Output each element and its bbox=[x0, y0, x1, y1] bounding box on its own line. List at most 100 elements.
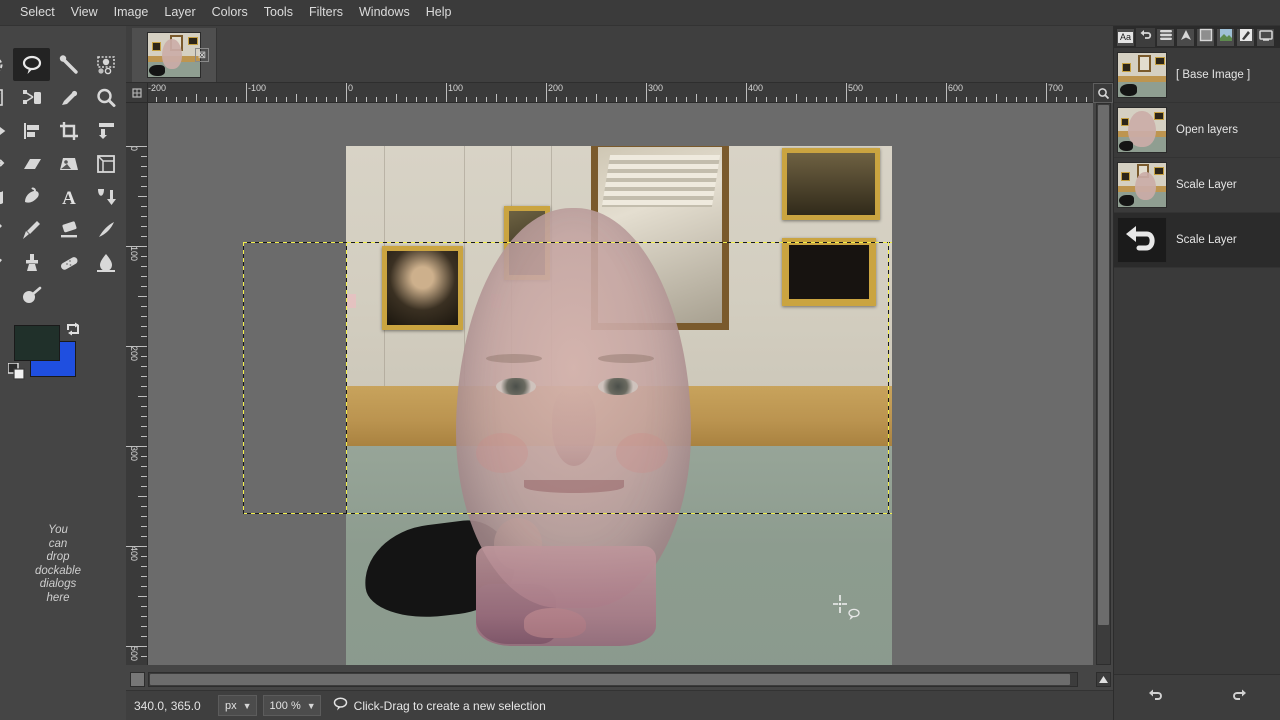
zoom-selector[interactable]: 100 % ▼ bbox=[262, 695, 321, 716]
ruler-tick bbox=[976, 97, 977, 102]
horizontal-scrollbar-thumb[interactable] bbox=[150, 674, 1070, 685]
menu-filters[interactable]: Filters bbox=[301, 2, 351, 23]
ruler-tick bbox=[946, 83, 947, 102]
undo-history-list[interactable]: [ Base Image ] Open layers Scale Layer S… bbox=[1114, 48, 1280, 696]
mypaint-brush-icon bbox=[0, 252, 6, 274]
ink-tool[interactable] bbox=[87, 213, 124, 246]
magic-wand-tool[interactable] bbox=[50, 48, 87, 81]
ruler-tick bbox=[366, 97, 367, 102]
menu-select[interactable]: Select bbox=[12, 2, 63, 23]
eraser-tool[interactable] bbox=[50, 213, 87, 246]
ruler-tick bbox=[676, 97, 677, 102]
warp-tool[interactable] bbox=[0, 180, 13, 213]
ruler-tick bbox=[1016, 97, 1017, 102]
horizontal-ruler[interactable]: -200 -100 0 100 200 300 400 500 600 700 bbox=[148, 83, 1093, 103]
align-tool[interactable] bbox=[13, 114, 50, 147]
ruler-tick bbox=[141, 406, 147, 407]
ruler-tick bbox=[426, 97, 427, 102]
paths-tool[interactable] bbox=[0, 81, 13, 114]
paintbrush-tool[interactable] bbox=[13, 213, 50, 246]
menu-tools[interactable]: Tools bbox=[256, 2, 301, 23]
text-tool[interactable]: A bbox=[50, 180, 87, 213]
brushes-tab[interactable] bbox=[1236, 27, 1255, 47]
undo-button[interactable] bbox=[1143, 686, 1169, 710]
unit-selector[interactable]: px ▼ bbox=[218, 695, 257, 716]
quick-mask-toggle-icon[interactable] bbox=[130, 672, 145, 687]
fuzzy-select-tool[interactable] bbox=[0, 48, 13, 81]
menu-view[interactable]: View bbox=[63, 2, 106, 23]
ruler-tick bbox=[776, 97, 777, 102]
image-canvas[interactable] bbox=[346, 146, 892, 665]
menu-windows[interactable]: Windows bbox=[351, 2, 418, 23]
shear-tool[interactable] bbox=[13, 147, 50, 180]
ruler-tick bbox=[956, 97, 957, 102]
dodge-burn-tool[interactable] bbox=[13, 279, 50, 312]
color-picker-tool[interactable] bbox=[50, 81, 87, 114]
pencil-tool[interactable] bbox=[0, 213, 13, 246]
3d-transform-tool[interactable] bbox=[87, 147, 124, 180]
image-tab[interactable]: ⊠ bbox=[132, 28, 217, 82]
transform-icon bbox=[95, 120, 117, 142]
close-tab-button[interactable]: ⊠ bbox=[195, 48, 209, 62]
status-message: Click-Drag to create a new selection bbox=[333, 697, 546, 714]
menu-layer[interactable]: Layer bbox=[156, 2, 203, 23]
swap-colors-icon[interactable] bbox=[64, 321, 82, 339]
heal-tool[interactable] bbox=[50, 246, 87, 279]
mypaint-brush-tool[interactable] bbox=[0, 246, 13, 279]
vertical-ruler[interactable]: 0 100 200 300 400 500 bbox=[126, 103, 148, 665]
eraser-icon bbox=[58, 219, 80, 241]
zoom-tool[interactable] bbox=[87, 81, 124, 114]
ruler-tick bbox=[736, 97, 737, 102]
history-item-scale-layer-1[interactable]: Scale Layer bbox=[1114, 158, 1280, 213]
menu-help[interactable]: Help bbox=[418, 2, 460, 23]
undo-history-tab[interactable] bbox=[1136, 27, 1155, 47]
menu-colors[interactable]: Colors bbox=[204, 2, 256, 23]
smudge-tool[interactable] bbox=[87, 246, 124, 279]
scissors-tool[interactable] bbox=[13, 81, 50, 114]
display-filters-tab[interactable] bbox=[1256, 27, 1275, 47]
layers-tab[interactable] bbox=[1156, 27, 1175, 47]
redo-button[interactable] bbox=[1226, 686, 1252, 710]
crop-tool[interactable] bbox=[50, 114, 87, 147]
foreground-color-swatch[interactable] bbox=[14, 325, 60, 361]
vertical-scrollbar[interactable] bbox=[1096, 103, 1111, 665]
ruler-tick bbox=[141, 476, 147, 477]
select-by-color-tool[interactable] bbox=[87, 48, 124, 81]
tool-options-tab[interactable]: Aa bbox=[1116, 27, 1135, 47]
ruler-label: -100 bbox=[248, 83, 267, 93]
move-tool[interactable] bbox=[0, 114, 13, 147]
navigation-preview-icon[interactable] bbox=[1093, 83, 1113, 103]
navigation-corner-button[interactable] bbox=[1096, 672, 1111, 687]
clone-tool[interactable] bbox=[13, 246, 50, 279]
images-tab[interactable] bbox=[1216, 27, 1235, 47]
paths-tab[interactable] bbox=[1176, 27, 1195, 47]
transform-tool[interactable] bbox=[87, 114, 124, 147]
ruler-tick bbox=[336, 97, 337, 102]
flip-tool[interactable] bbox=[0, 147, 13, 180]
ruler-label: 700 bbox=[1048, 83, 1064, 93]
horizontal-scrollbar[interactable] bbox=[148, 672, 1078, 687]
vertical-scrollbar-thumb[interactable] bbox=[1098, 105, 1109, 625]
aa-icon: Aa bbox=[1117, 31, 1133, 43]
free-select-tool[interactable] bbox=[13, 48, 50, 81]
ruler-tick bbox=[306, 97, 307, 102]
ruler-tick bbox=[456, 97, 457, 102]
history-item-base-image[interactable]: [ Base Image ] bbox=[1114, 48, 1280, 103]
spacer-tool-a bbox=[0, 279, 13, 312]
ruler-tick bbox=[636, 97, 637, 102]
ruler-tick bbox=[141, 356, 147, 357]
history-item-scale-layer-2[interactable]: Scale Layer bbox=[1114, 213, 1280, 268]
perspective-tool[interactable] bbox=[50, 147, 87, 180]
default-colors-icon[interactable] bbox=[7, 362, 26, 381]
bucket-fill-tool[interactable] bbox=[13, 180, 50, 213]
ruler-tick bbox=[506, 97, 507, 102]
menu-image[interactable]: Image bbox=[106, 2, 157, 23]
ruler-label: 300 bbox=[129, 446, 139, 462]
ruler-tick bbox=[141, 226, 147, 227]
ruler-origin-button[interactable] bbox=[126, 83, 148, 103]
gradient-tool[interactable] bbox=[87, 180, 124, 213]
channels-tab[interactable] bbox=[1196, 27, 1215, 47]
canvas-area[interactable] bbox=[148, 103, 1093, 665]
toolbox: A You can drop dockable dialogs here bbox=[0, 26, 126, 720]
history-item-open-layers[interactable]: Open layers bbox=[1114, 103, 1280, 158]
